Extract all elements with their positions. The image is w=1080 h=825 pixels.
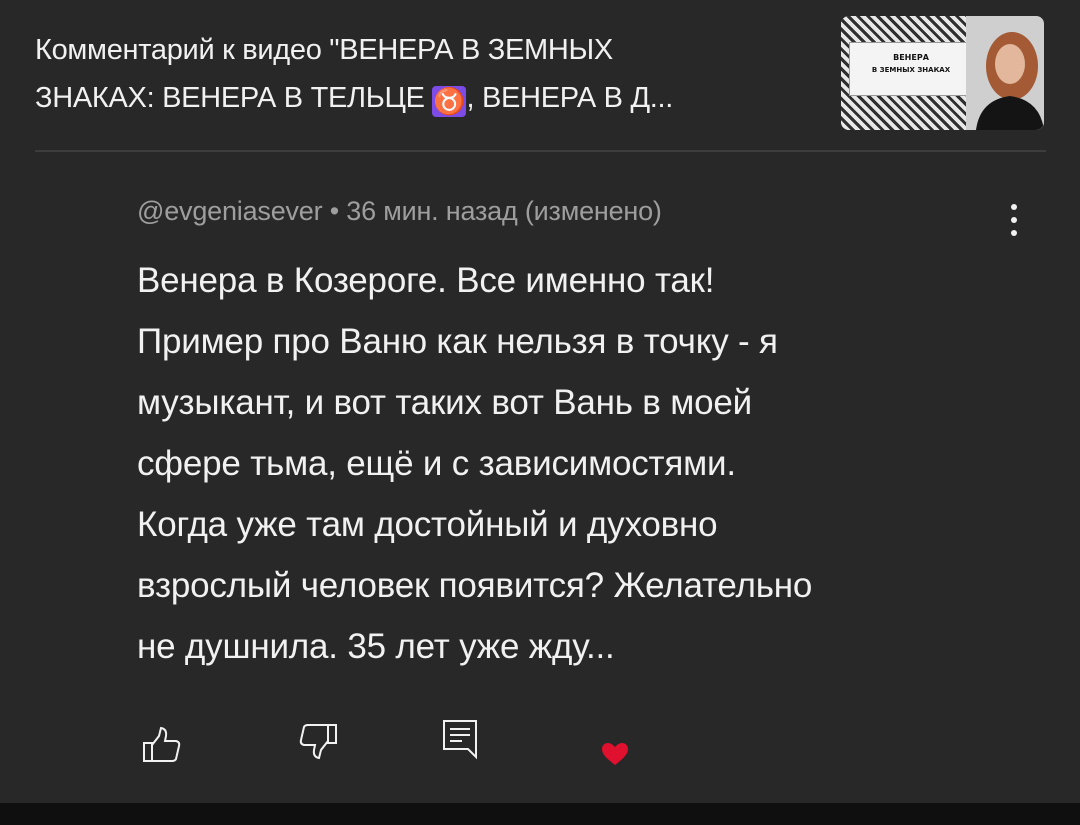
thumbnail-caption-line1: ВЕНЕРА	[893, 53, 929, 62]
video-title-line1: Комментарий к видео "ВЕНЕРА В ЗЕМНЫХ	[35, 34, 613, 66]
more-options-icon[interactable]	[1000, 200, 1028, 240]
heart-icon[interactable]	[598, 737, 632, 771]
comment-line: Пример про Ваню как нельзя в точку - я	[137, 322, 778, 361]
divider	[35, 150, 1046, 152]
meta-separator: •	[322, 196, 347, 226]
taurus-icon: ♉	[432, 86, 467, 117]
comment-line: сфере тьма, ещё и с зависимостями.	[137, 444, 736, 483]
video-header[interactable]: Комментарий к видео "ВЕНЕРА В ЗЕМНЫХ ЗНА…	[35, 26, 825, 122]
comment-line: музыкант, и вот таких вот Вань в моей	[137, 383, 752, 422]
video-title-line2: ЗНАКАХ: ВЕНЕРА В ТЕЛЬЦЕ ♉, ВЕНЕРА В Д...	[35, 82, 674, 117]
thumbnail-caption-line2: В ЗЕМНЫХ ЗНАКАХ	[871, 66, 951, 74]
comment-page: Комментарий к видео "ВЕНЕРА В ЗЕМНЫХ ЗНА…	[0, 0, 1080, 825]
thumbs-up-icon[interactable]	[140, 723, 184, 767]
video-thumbnail[interactable]: ВЕНЕРА В ЗЕМНЫХ ЗНАКАХ	[841, 16, 1044, 130]
thumbs-down-icon[interactable]	[296, 719, 340, 763]
reply-icon[interactable]	[438, 717, 482, 761]
comment-line: не душнила. 35 лет уже жду...	[137, 627, 615, 666]
thumbnail-caption: ВЕНЕРА В ЗЕМНЫХ ЗНАКАХ	[849, 42, 973, 96]
comment-line: Венера в Козероге. Все именно так!	[137, 261, 715, 300]
comment-line: взрослый человек появится? Желательно	[137, 566, 813, 605]
comment-text: Венера в Козероге. Все именно так! Приме…	[137, 250, 1037, 677]
video-title[interactable]: Комментарий к видео "ВЕНЕРА В ЗЕМНЫХ ЗНА…	[35, 26, 825, 122]
comment-author[interactable]: @evgeniasever	[137, 196, 323, 226]
comment-line: Когда уже там достойный и духовно	[137, 505, 718, 544]
comment-meta: @evgeniasever • 36 мин. назад (изменено)	[137, 196, 662, 227]
bottom-bar	[0, 803, 1080, 825]
comment-actions	[0, 715, 1080, 775]
comment-time: 36 мин. назад (изменено)	[346, 196, 662, 226]
thumbnail-person-image	[966, 16, 1044, 130]
